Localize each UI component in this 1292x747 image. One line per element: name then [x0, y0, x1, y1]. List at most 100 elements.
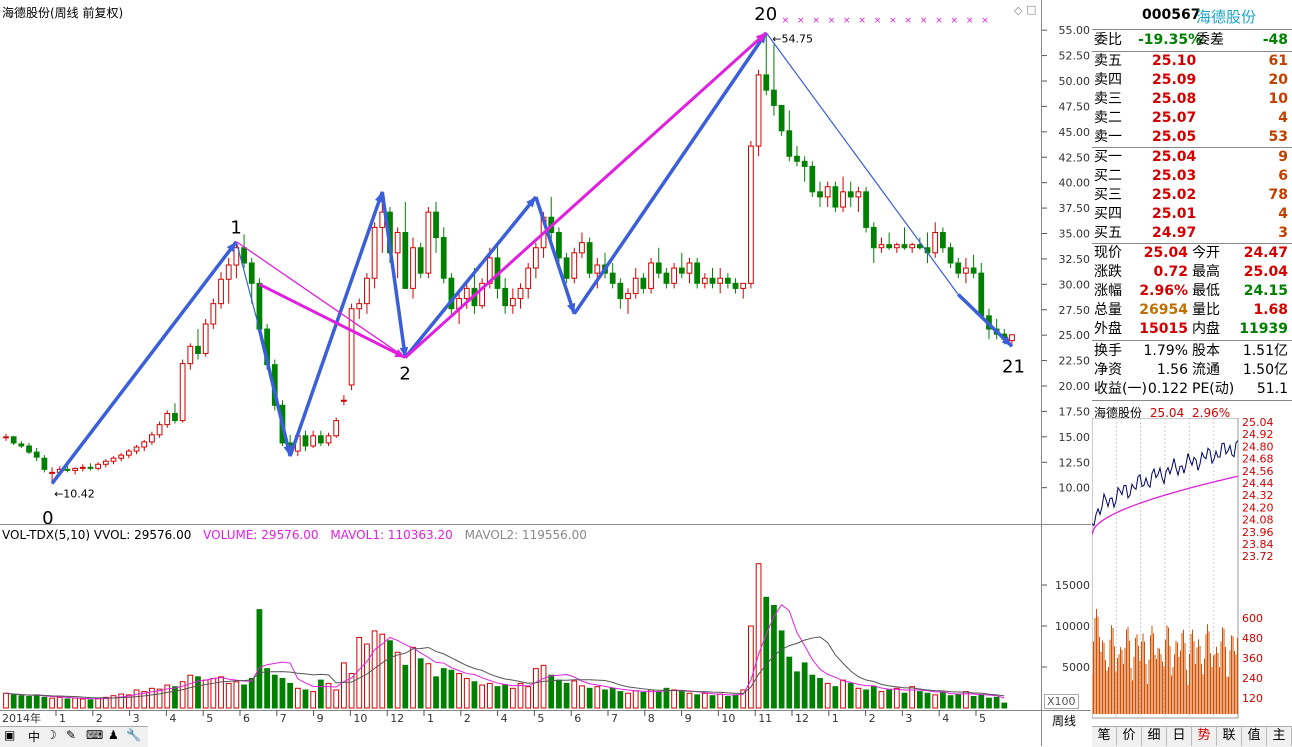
volume-bar [264, 668, 270, 709]
keyboard-icon[interactable]: ⌨ [86, 728, 103, 742]
candle-body [149, 434, 155, 443]
candle-body [102, 460, 109, 465]
volume-chart[interactable] [0, 540, 1040, 710]
volume-bar [64, 698, 71, 709]
tab-7[interactable]: 主 [1267, 726, 1292, 746]
intraday-price-tick: 24.20 [1242, 501, 1274, 514]
price-tick-label: 45.00 [1059, 126, 1091, 139]
tab-4[interactable]: 势 [1192, 726, 1217, 746]
candle-body [694, 262, 701, 284]
candle-body [517, 287, 524, 300]
candle-body [556, 231, 562, 259]
period-label[interactable]: 周线 [1052, 712, 1076, 729]
intraday-price-tick: 23.84 [1242, 538, 1274, 551]
month-label: 6 [574, 712, 581, 725]
price-tick-label: 50.00 [1059, 75, 1091, 88]
month-label: 12 [795, 712, 809, 725]
intraday-vol-tick: 360 [1242, 652, 1263, 665]
volume-bar [986, 697, 992, 709]
volume-bar [786, 656, 793, 709]
volume-bar [333, 689, 340, 709]
month-label: 1 [59, 712, 66, 725]
finance-label: 股本 [1192, 343, 1220, 359]
candle-body [172, 412, 178, 422]
finance-value: 0.122 [1147, 381, 1188, 397]
candle-body [95, 463, 102, 469]
volume-bar [517, 682, 524, 709]
candle-body [778, 104, 785, 132]
price-tick-label: 52.50 [1059, 50, 1091, 63]
candle-body [824, 186, 831, 198]
month-label: 2 [869, 712, 876, 725]
intraday-price-tick: 24.80 [1242, 440, 1274, 453]
ask-volume: 20 [1268, 72, 1288, 88]
intraday-chart[interactable]: 25.0424.9224.8024.6824.5624.4424.3224.20… [1092, 418, 1292, 720]
candle-body [364, 277, 370, 305]
tab-3[interactable]: 日 [1167, 726, 1192, 746]
tab-2[interactable]: 细 [1142, 726, 1167, 746]
finance-row: 收益(一) 0.122 PE(动) 51.1 [1092, 380, 1292, 399]
volume-bar [617, 691, 624, 709]
candle-body [509, 298, 516, 307]
candle-body [609, 272, 616, 284]
candle-body [532, 247, 539, 269]
tab-6[interactable]: 值 [1242, 726, 1267, 746]
volume-bar [571, 680, 578, 709]
candle-body [878, 244, 885, 249]
volume-bar [317, 679, 324, 709]
stat-label: 最高 [1192, 264, 1220, 280]
volume-bar [778, 630, 785, 709]
month-label: 4 [169, 712, 176, 725]
month-label: 2 [96, 712, 103, 725]
chart-icon[interactable]: ▣ [4, 728, 15, 742]
volume-bar [886, 689, 893, 709]
volume-bar [540, 664, 547, 709]
signal-marker: × [981, 16, 989, 26]
tab-0[interactable]: 笔 [1092, 726, 1117, 746]
candle-body [325, 435, 332, 444]
bid-price: 24.97 [1152, 225, 1197, 241]
moon-icon[interactable]: ☽ [46, 728, 57, 742]
kline-chart[interactable]: 0 1 2 20 21 ←10.42 ←54.75 × × × × × × × × × × × × × × [0, 0, 1040, 524]
volume-bar [156, 688, 163, 709]
tab-1[interactable]: 价 [1117, 726, 1142, 746]
price-tick-label: 55.00 [1059, 24, 1091, 37]
candle-body [394, 231, 401, 254]
candle-body [233, 247, 240, 266]
candle-body [195, 345, 201, 354]
volume-bar [356, 636, 363, 709]
candle-body [371, 226, 378, 279]
month-label: 1 [832, 712, 839, 725]
zoom-label[interactable]: X100 [1044, 694, 1079, 709]
month-label: 5 [979, 712, 986, 725]
price-tick-label: 27.50 [1059, 304, 1091, 317]
time-axis: 2014年 1 2 3 4 5 6 7 9 10 12 1 2 4 5 6 7 8 9 10 11 12 1 2 3 4 5 [2, 710, 986, 725]
wrench-icon[interactable]: 🔧 [126, 728, 141, 742]
stat-value: 0.72 [1153, 264, 1188, 280]
candle-body [402, 231, 409, 289]
bid-label: 买五 [1094, 225, 1122, 241]
candle-body [141, 441, 148, 448]
ask-price: 25.08 [1152, 91, 1197, 107]
zhong-label[interactable]: 中 [28, 728, 40, 745]
divider [1092, 29, 1292, 30]
volume-bar [172, 686, 178, 709]
person-icon[interactable]: ♟ [108, 728, 119, 742]
wave-arrow [957, 293, 1014, 348]
month-label: 8 [648, 712, 655, 725]
pen-icon[interactable]: ✎ [66, 728, 76, 742]
candle-body [640, 277, 647, 289]
tab-5[interactable]: 联 [1217, 726, 1242, 746]
candle-body [579, 242, 585, 254]
intraday-price-tick: 24.32 [1242, 489, 1274, 502]
weibi-row: 委比 -19.35% 委差 -48 [1092, 31, 1292, 50]
candle-body [786, 130, 793, 157]
signal-marker: × [858, 16, 866, 26]
stat-value: 26954 [1139, 302, 1188, 318]
volume-bar [287, 682, 294, 709]
stat-value: 15015 [1139, 321, 1188, 337]
volume-bar [471, 681, 478, 709]
bid-volume: 6 [1278, 168, 1288, 184]
candle-body [855, 191, 862, 198]
volume-bar [1001, 702, 1008, 709]
